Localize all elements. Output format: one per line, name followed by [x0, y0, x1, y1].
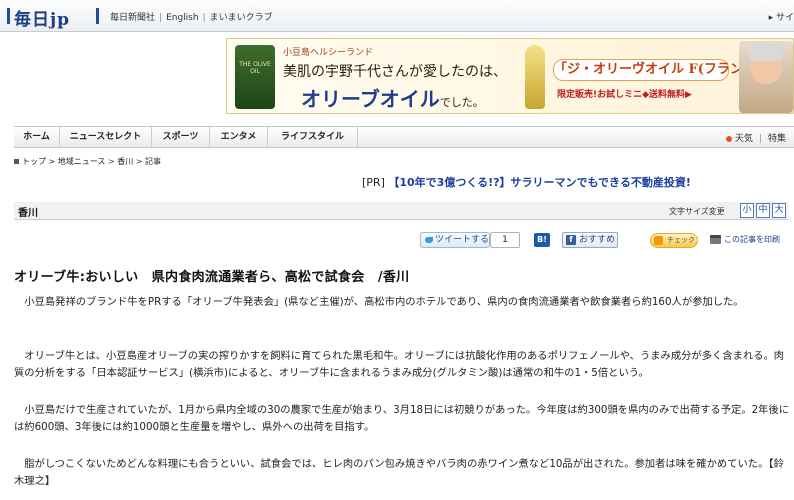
tweet-count: 1 [490, 232, 520, 248]
breadcrumb-article: 記事 [145, 157, 161, 166]
olive-oil-bottle-icon [235, 45, 275, 109]
article-paragraph: 小豆島だけで生産されていたが、1月から県内全域の30の農家で生産が始まり、3月1… [14, 402, 790, 436]
banner-product: 「ジ・オリーヴオイル F(フランス)」 [553, 59, 775, 81]
header-right-link[interactable]: ▸ サイ [769, 10, 794, 23]
printer-icon [710, 235, 721, 244]
pr-link[interactable]: 【10年で3億つくる!?】サラリーマンでもできる不動産投資! [388, 176, 691, 189]
nav-item-lifestyle[interactable]: ライフスタイル [268, 127, 358, 147]
article-paragraph: 小豆島発祥のブランド牛をPRする「オリーブ牛発表会」(県など主催)が、高松市内の… [14, 294, 790, 311]
section-title: 香川 [18, 208, 38, 219]
banner-sale[interactable]: 限定販売!お試しミニ◆送料無料▶ [557, 87, 692, 100]
pr-banner: [PR] 【10年で3億つくる!?】サラリーマンでもできる不動産投資! [362, 174, 691, 190]
banner-tagline: 美肌の宇野千代さんが愛したのは、 [283, 64, 507, 80]
nav-special[interactable]: 特集 [768, 134, 786, 144]
article-paragraph-text-3: 小豆島だけで生産されていたが、1月から県内全域の30の農家で生産が始まり、3月1… [14, 404, 790, 433]
banner-headline-suffix: でした。 [439, 96, 484, 109]
article-paragraph-text-4: 脂がしつこくないためどんな料理にも合うといい、試食会では、ヒレ肉のパン包み焼きや… [14, 458, 784, 487]
logo-accent [7, 8, 10, 24]
header-link-mainichi[interactable]: 毎日新聞社 [110, 13, 155, 23]
portrait-hair [749, 43, 783, 61]
bottle-label: THE OLIVE OIL [239, 61, 271, 75]
breadcrumb-bullet-icon [14, 159, 19, 164]
hatena-bookmark-icon[interactable]: B! [534, 233, 550, 247]
oil-drop-icon [525, 45, 545, 109]
banner-ad[interactable]: THE OLIVE OIL 小豆島ヘルシーランド 美肌の宇野千代さんが愛したのは… [226, 38, 794, 114]
print-label: この記事を印刷 [724, 235, 780, 244]
font-size-label: 文字サイズ変更 [669, 207, 725, 216]
nav-weather[interactable]: 天気 [735, 134, 753, 144]
article-headline: オリーブ牛:おいしい 県内食肉流通業者ら、高松で試食会 /香川 [14, 270, 410, 285]
main-nav: ホーム ニュースセレクト スポーツ エンタメ ライフスタイル 天気 | 特集 [14, 126, 794, 148]
breadcrumb: トップ > 地域ニュース > 香川 > 記事 [14, 156, 161, 167]
site-header: 毎日jp 毎日新聞社 | English | まいまいクラブ ▸ サイ [0, 0, 794, 32]
check-label: チェック [667, 236, 695, 244]
logo-accent-right [96, 8, 99, 24]
nav-item-home[interactable]: ホーム [14, 127, 60, 147]
mixi-check-button[interactable]: チェック [650, 233, 698, 248]
nav-right: 天気 | 特集 [725, 131, 786, 144]
font-size-small-button[interactable]: 小 [740, 203, 754, 218]
breadcrumb-kagawa[interactable]: 香川 [117, 157, 133, 166]
check-icon [654, 236, 663, 245]
article-paragraph-text-2: オリーブ牛とは、小豆島産オリーブの実の搾りかすを飼料に育てられた黒毛和牛。オリー… [14, 350, 785, 379]
facebook-icon: f [566, 235, 576, 245]
weather-icon [725, 135, 732, 142]
font-size-medium-button[interactable]: 中 [756, 203, 770, 218]
twitter-bird-icon [425, 237, 433, 243]
tweet-button[interactable]: ツイートする [420, 232, 490, 248]
print-link[interactable]: この記事を印刷 [710, 232, 780, 248]
facebook-label: おすすめ [579, 235, 616, 245]
nav-item-sports[interactable]: スポーツ [152, 127, 210, 147]
banner-headline: オリーブオイルでした。 [301, 83, 484, 112]
site-logo[interactable]: 毎日jp [14, 5, 70, 30]
pr-tag: [PR] [362, 176, 385, 189]
section-header: 香川 文字サイズ変更 小 中 大 [14, 202, 788, 220]
header-link-english[interactable]: English [166, 13, 199, 23]
header-link-maimai[interactable]: まいまいクラブ [210, 13, 273, 23]
breadcrumb-top[interactable]: トップ [22, 157, 46, 166]
banner-brand: 小豆島ヘルシーランド [283, 48, 374, 58]
breadcrumb-local[interactable]: 地域ニュース [58, 157, 106, 166]
article-paragraph-text-1: 小豆島発祥のブランド牛をPRする「オリーブ牛発表会」(県など主催)が、高松市内の… [24, 296, 744, 308]
article-paragraph: 脂がしつこくないためどんな料理にも合うといい、試食会では、ヒレ肉のパン包み焼きや… [14, 456, 790, 490]
banner-headline-main: オリーブオイル [301, 87, 440, 111]
nav-item-entame[interactable]: エンタメ [210, 127, 268, 147]
header-links: 毎日新聞社 | English | まいまいクラブ [110, 13, 273, 23]
font-size-large-button[interactable]: 大 [772, 203, 786, 218]
tweet-label: ツイートする [435, 235, 490, 245]
facebook-recommend-button[interactable]: f おすすめ [562, 232, 618, 248]
nav-item-news-select[interactable]: ニュースセレクト [60, 127, 152, 147]
article-paragraph: オリーブ牛とは、小豆島産オリーブの実の搾りかすを飼料に育てられた黒毛和牛。オリー… [14, 348, 790, 382]
